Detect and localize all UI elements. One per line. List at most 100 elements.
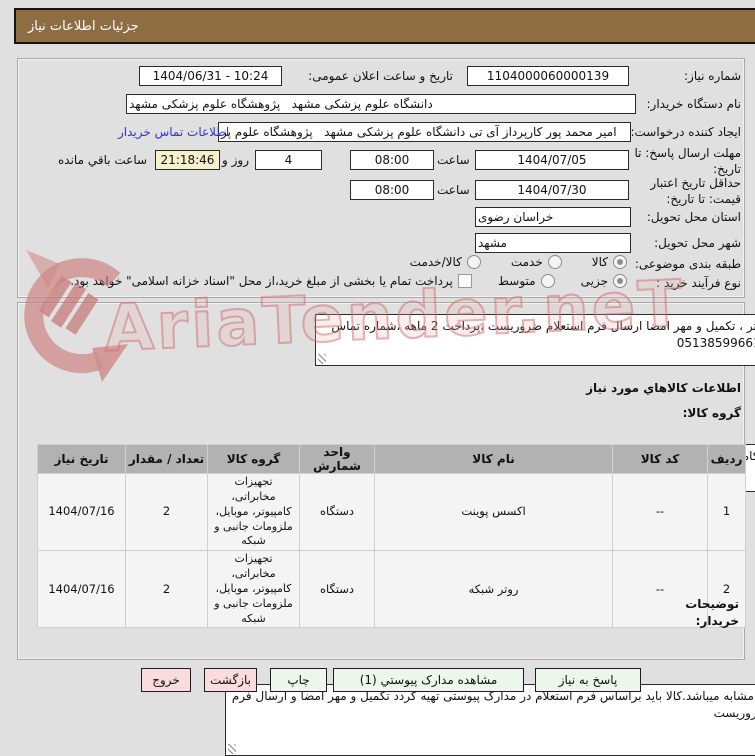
deadline-date-value: 1404/07/05 xyxy=(517,153,587,167)
goods-table-header-cell: کد کالا xyxy=(612,444,708,474)
goods-group-label: گروه کالا: xyxy=(682,406,741,420)
remaining-label: ساعت باقي مانده xyxy=(58,153,148,167)
buyer-org-value: دانشگاه علوم پزشکی مشهد پژوهشگاه علوم پز… xyxy=(129,97,433,111)
respond-button-label: پاسخ به نیاز xyxy=(558,673,618,687)
goods-table-header-cell: نام کالا xyxy=(374,444,613,474)
table-cell: تجهیزات مخابراتی، کامپیوتر، موبایل، ملزو… xyxy=(207,472,300,552)
table-cell: تجهیزات مخابراتی، کامپیوتر، موبایل، ملزو… xyxy=(207,550,300,629)
page: { "window": { "title": "جزئیات اطلاعات ن… xyxy=(0,0,755,756)
announce-value: 1404/06/31 - 10:24 xyxy=(152,69,269,83)
classification-option-goods-service[interactable]: کالا/خدمت xyxy=(410,255,481,269)
radio-medium-icon[interactable] xyxy=(540,274,555,288)
need-number-field[interactable]: 1104000060000139 xyxy=(467,66,629,86)
print-button[interactable]: چاپ xyxy=(270,668,327,692)
need-number-label: شماره نیاز: xyxy=(684,69,741,83)
goods-table: ردیف کد کالا نام کالا واحد شمارش گروه کالا تع… xyxy=(37,444,746,629)
classification-option-label: خدمت xyxy=(510,255,543,269)
table-row: 2 -- روتر شبکه دستگاه تجهیزات مخابراتی، کامپ… xyxy=(37,550,746,629)
process-option-label: متوسط xyxy=(497,274,536,288)
time-remaining-field: 21:18:46 xyxy=(155,150,220,170)
deadline-hour-label: ساعت xyxy=(437,153,470,167)
notes-value: ایران کدها مشابه میباشد.کالا باید براساس… xyxy=(231,689,755,721)
goods-table-header-cell: ردیف xyxy=(707,444,746,474)
print-button-label: چاپ xyxy=(287,673,310,687)
radio-service-icon[interactable] xyxy=(547,255,562,269)
creator-field[interactable]: امیر محمد پور کارپرداز آی تی دانشگاه علو… xyxy=(218,122,631,142)
announce-label: تاریخ و ساعت اعلان عمومی: xyxy=(308,69,453,83)
buyer-contact-link[interactable]: اطلاعات تماس خریدار xyxy=(118,125,229,139)
city-field[interactable]: مشهد xyxy=(475,233,631,253)
goods-table-body: 1 -- اکسس پوینت دستگاه تجهیزات مخابراتی، کام… xyxy=(37,472,746,629)
resize-grip-icon[interactable] xyxy=(228,744,236,754)
window-title-bar: جزئیات اطلاعات نیاز xyxy=(14,8,755,44)
exit-button-label: خروج xyxy=(152,673,180,687)
treasury-checkbox-icon[interactable] xyxy=(457,274,472,288)
announce-field[interactable]: 1404/06/31 - 10:24 xyxy=(139,66,282,86)
need-number-value: 1104000060000139 xyxy=(486,69,610,83)
classification-option-service[interactable]: خدمت xyxy=(511,255,562,269)
treasury-note-option[interactable]: پرداخت تمام یا بخشی از مبلغ خرید،از محل … xyxy=(70,274,472,288)
buyer-org-field[interactable]: دانشگاه علوم پزشکی مشهد پژوهشگاه علوم پز… xyxy=(126,94,636,114)
validity-time-value: 08:00 xyxy=(374,183,410,197)
classification-option-label: کالا/خدمت xyxy=(409,255,462,269)
validity-date-value: 1404/07/30 xyxy=(517,183,587,197)
process-option-minor[interactable]: جزیی xyxy=(581,274,627,288)
classification-option-label: کالا xyxy=(591,255,608,269)
validity-label: حداقل تاریخ اعتبار قیمت: تا تاریخ: xyxy=(650,176,741,206)
days-label: روز و xyxy=(222,153,249,167)
notes-textarea[interactable]: ایران کدها مشابه میباشد.کالا باید براساس… xyxy=(225,684,755,756)
goods-table-head-row: ردیف کد کالا نام کالا واحد شمارش گروه کالا تع… xyxy=(37,444,746,474)
goods-table-header-cell: گروه کالا xyxy=(207,444,300,474)
back-button[interactable]: بازگشت xyxy=(204,668,257,692)
goods-table-header-cell: واحد شمارش xyxy=(299,444,375,474)
process-option-label: جزیی xyxy=(580,274,608,288)
process-options: جزیی متوسط پرداخت تمام یا بخشی از مبلغ خ… xyxy=(70,274,627,288)
table-cell: 1 xyxy=(707,472,746,552)
notes-label: توضیحات خریدار: xyxy=(685,597,739,628)
exit-button[interactable]: خروج xyxy=(141,668,191,692)
province-field[interactable]: خراسان رضوی xyxy=(475,207,631,227)
deadline-time-field[interactable]: 08:00 xyxy=(350,150,434,170)
classification-label: طبقه بندی موضوعی: xyxy=(634,257,741,271)
table-cell: روتر شبکه xyxy=(374,550,613,629)
validity-time-field[interactable]: 08:00 xyxy=(350,180,434,200)
table-cell: دستگاه xyxy=(299,472,375,552)
deadline-time-value: 08:00 xyxy=(374,153,410,167)
time-remaining-value: 21:18:46 xyxy=(160,153,215,167)
view-attachments-button-label: مشاهده مدارک پیوستي (1) xyxy=(359,673,498,687)
city-value: مشهد xyxy=(478,236,507,250)
classification-option-goods[interactable]: کالا xyxy=(592,255,627,269)
table-cell: 1404/07/16 xyxy=(37,550,126,629)
resize-grip-icon[interactable] xyxy=(318,354,326,364)
table-cell: -- xyxy=(612,472,708,552)
radio-goods-icon[interactable] xyxy=(613,255,627,269)
goods-table-header-cell: تعداد / مقدار xyxy=(125,444,208,474)
province-value: خراسان رضوی xyxy=(478,210,554,224)
goods-table-header-cell: تاریخ نیاز xyxy=(37,444,126,474)
creator-value: امیر محمد پور کارپرداز آی تی دانشگاه علو… xyxy=(221,125,617,139)
process-label: نوع فرآیند خرید : xyxy=(656,276,741,290)
back-button-label: بازگشت xyxy=(210,673,251,687)
deadline-date-field[interactable]: 1404/07/05 xyxy=(475,150,629,170)
validity-hour-label: ساعت xyxy=(437,183,470,197)
process-option-medium[interactable]: متوسط xyxy=(498,274,555,288)
goods-section-header: اطلاعات کالاهاي مورد نیاز xyxy=(586,381,741,395)
buyer-org-label: نام دستگاه خریدار: xyxy=(646,97,742,111)
view-attachments-button[interactable]: مشاهده مدارک پیوستي (1) xyxy=(333,668,524,692)
table-cell: دستگاه xyxy=(299,550,375,629)
table-row: 1 -- اکسس پوینت دستگاه تجهیزات مخابراتی، کام… xyxy=(37,472,746,552)
classification-options: کالا خدمت کالا/خدمت xyxy=(410,255,627,269)
province-label: استان محل تحویل: xyxy=(646,210,741,224)
radio-goods-service-icon[interactable] xyxy=(466,255,481,269)
validity-date-field[interactable]: 1404/07/30 xyxy=(475,180,629,200)
days-remaining-field[interactable]: 4 xyxy=(255,150,322,170)
description-textarea[interactable]: اکسس پوینت و روتر ، تکمیل و مهر امضا ارس… xyxy=(315,314,755,366)
table-cell: 2 xyxy=(125,472,208,552)
radio-minor-icon[interactable] xyxy=(613,274,627,288)
deadline-label: مهلت ارسال پاسخ: تا تاریخ: xyxy=(634,146,741,176)
respond-button[interactable]: پاسخ به نیاز xyxy=(535,668,641,692)
table-cell: اکسس پوینت xyxy=(374,472,613,552)
creator-label: ایجاد کننده درخواست: xyxy=(630,125,741,139)
treasury-note-label: پرداخت تمام یا بخشی از مبلغ خرید،از محل … xyxy=(70,274,453,288)
table-cell: 1404/07/16 xyxy=(37,472,126,552)
